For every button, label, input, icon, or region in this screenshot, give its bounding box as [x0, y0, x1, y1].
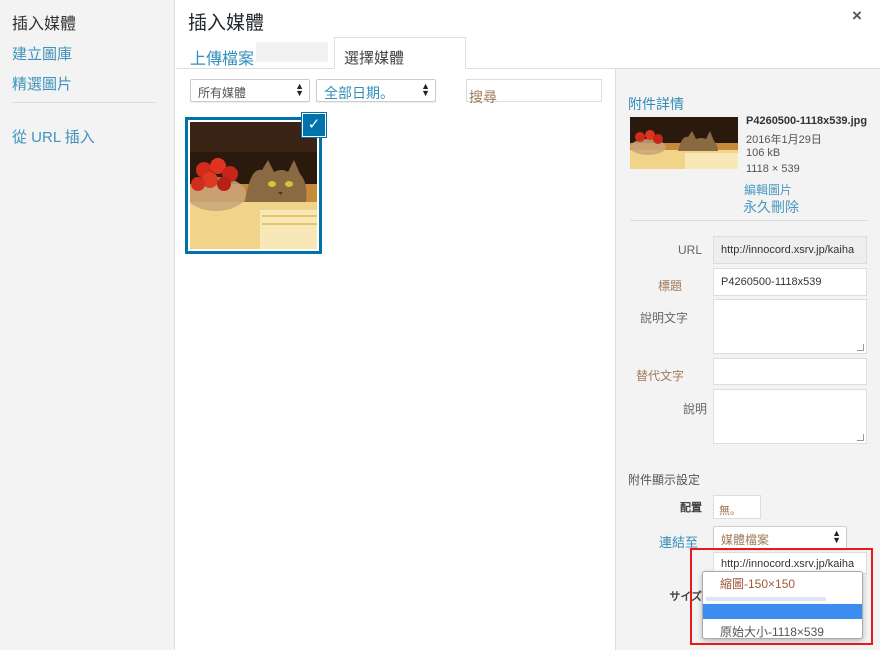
attachment-details-heading: 附件詳情: [628, 96, 684, 112]
attachment-filesize: 106 kB: [746, 147, 781, 159]
link-to-select[interactable]: 媒體檔案 ▲ ▼: [713, 526, 847, 550]
title-field[interactable]: P4260500-1118x539: [713, 268, 867, 296]
menu-insert-media[interactable]: 插入媒體: [12, 10, 76, 34]
alignment-select[interactable]: 無。: [713, 495, 761, 519]
select-arrows-icon: ▲ ▼: [421, 81, 430, 98]
alignment-label: 配置: [680, 502, 702, 514]
close-icon[interactable]: ×: [852, 6, 862, 26]
url-label: URL: [677, 243, 702, 257]
details-divider: [630, 220, 868, 221]
tab-media-library[interactable]: 選擇媒體: [334, 37, 466, 69]
annotation-highlight-box: [690, 548, 873, 645]
modal-title: 插入媒體: [188, 13, 265, 34]
attachment-dimensions: 1118 × 539: [746, 163, 800, 175]
search-placeholder: 搜尋: [469, 89, 497, 105]
select-arrows-icon: ▲ ▼: [832, 528, 841, 545]
select-arrows-icon: ▲ ▼: [295, 81, 304, 98]
media-type-filter-value: 所有媒體: [198, 86, 247, 100]
link-to-value: 媒體檔案: [721, 533, 770, 547]
menu-featured-image[interactable]: 精選圖片: [12, 73, 72, 94]
menu-create-gallery[interactable]: 建立圖庫: [12, 43, 72, 64]
edit-image-link[interactable]: 編輯圖片: [744, 181, 792, 198]
caption-textarea[interactable]: [713, 299, 867, 354]
media-type-filter[interactable]: 所有媒體 ▲ ▼: [190, 79, 310, 102]
url-field[interactable]: http://innocord.xsrv.jp/kaiha: [713, 236, 867, 264]
attachment-filename: P4260500-1118x539.jpg: [746, 115, 868, 127]
alt-text-field[interactable]: [713, 358, 867, 385]
delete-permanently-link[interactable]: 永久刪除: [743, 197, 799, 217]
link-to-label: 連結至: [658, 535, 698, 550]
menu-separator: [12, 102, 156, 103]
menu-insert-from-url[interactable]: 從 URL 插入: [12, 126, 95, 147]
selected-check-icon[interactable]: ✓: [302, 113, 326, 137]
display-settings-heading: 附件顯示設定: [628, 473, 701, 487]
attachment-thumbnail[interactable]: [185, 117, 322, 254]
date-filter[interactable]: 全部日期。 ▲ ▼: [316, 79, 436, 102]
caption-label: 說明文字: [639, 311, 688, 325]
search-input[interactable]: 搜尋: [466, 79, 602, 105]
cat-photo-thumbnail: [190, 122, 317, 249]
title-label: 標題: [657, 279, 682, 293]
resize-handle-icon: [857, 344, 864, 351]
resize-handle-icon: [857, 434, 864, 441]
tab-ghost-highlight: [256, 42, 328, 62]
attachment-upload-date: 2016年1月29日: [746, 134, 822, 146]
tab-upload-files[interactable]: 上傳檔案: [190, 45, 254, 69]
alt-text-label: 替代文字: [635, 369, 684, 383]
description-label: 說明: [682, 402, 707, 416]
media-menu-sidebar: 插入媒體 建立圖庫 精選圖片 從 URL 插入: [0, 0, 175, 650]
date-filter-value: 全部日期。: [324, 85, 394, 101]
description-textarea[interactable]: [713, 389, 867, 444]
attachment-preview-image: [630, 117, 738, 169]
